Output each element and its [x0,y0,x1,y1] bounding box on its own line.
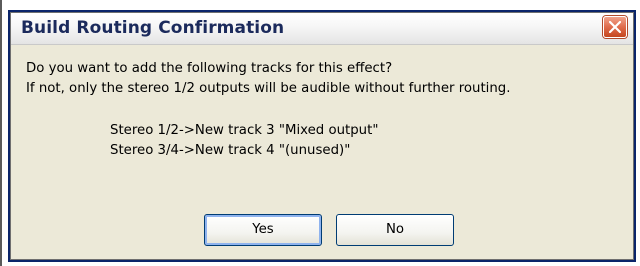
title-bar[interactable]: Build Routing Confirmation [11,13,633,45]
close-button[interactable] [603,16,627,38]
dialog-frame: Build Routing Confirmation Do you want t… [10,12,634,260]
dialog-body: Do you want to add the following tracks … [11,45,633,259]
yes-button[interactable]: Yes [204,214,322,246]
confirmation-dialog: Build Routing Confirmation Do you want t… [8,10,636,262]
no-button[interactable]: No [336,214,454,246]
track-line-2: Stereo 3/4->New track 4 "(unused)" [110,143,351,158]
dialog-title: Build Routing Confirmation [21,18,285,38]
track-line-1: Stereo 1/2->New track 3 "Mixed output" [110,123,379,138]
message-line-2: If not, only the stereo 1/2 outputs will… [26,81,511,96]
message-line-1: Do you want to add the following tracks … [26,61,393,76]
close-icon [609,21,621,33]
background-edge [0,0,2,266]
